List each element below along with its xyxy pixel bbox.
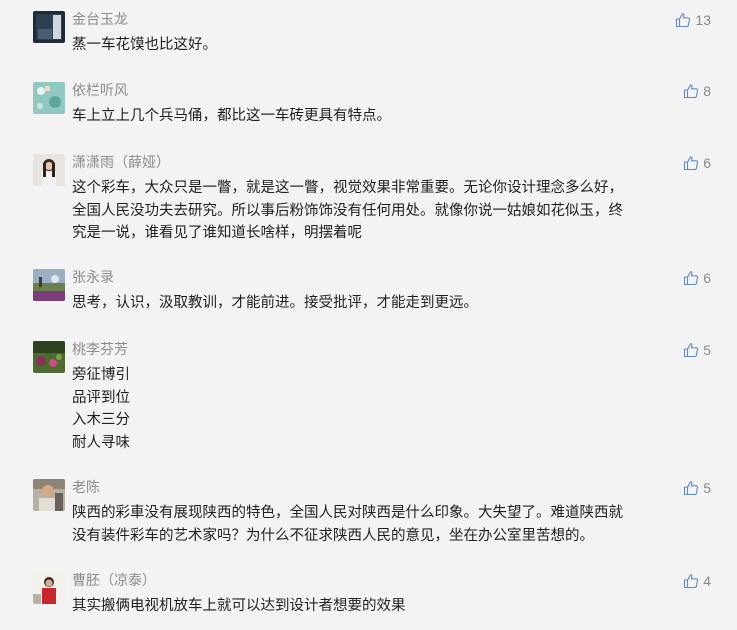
like-button[interactable]: 6: [683, 154, 711, 172]
thumbs-up-icon: [684, 156, 699, 171]
avatar-dark-photo-icon: [33, 11, 65, 43]
comment-text: 思考，认识，汲取教训，才能前进。接受批评，才能走到更远。: [72, 295, 478, 311]
like-count: 5: [703, 342, 711, 358]
like-count: 6: [703, 270, 711, 286]
like-count: 6: [703, 155, 711, 171]
thumbs-up-icon: [684, 574, 699, 589]
avatar-garden-photo-icon: [33, 341, 65, 373]
like-button[interactable]: 4: [683, 572, 711, 590]
like-button[interactable]: 5: [683, 341, 711, 359]
avatar[interactable]: [33, 341, 65, 373]
thumbs-up-icon: [684, 84, 699, 99]
comment-author[interactable]: 依栏听风: [72, 82, 128, 100]
like-button[interactable]: 5: [683, 479, 711, 497]
thumbs-up-icon: [684, 271, 699, 286]
like-button[interactable]: 13: [675, 11, 711, 29]
thumbs-up-icon: [684, 343, 699, 358]
comment-author[interactable]: 金台玉龙: [72, 11, 128, 29]
comment-author[interactable]: 老陈: [72, 479, 100, 497]
comment-text: 其实搬俩电视机放车上就可以达到设计者想要的效果: [72, 598, 406, 614]
thumbs-up-icon: [676, 13, 691, 28]
avatar[interactable]: [33, 82, 65, 114]
like-count: 13: [695, 12, 711, 28]
comment-text: 蒸一车花馍也比这好。: [72, 37, 217, 53]
thumbs-up-icon: [684, 481, 699, 496]
avatar[interactable]: [33, 11, 65, 43]
avatar[interactable]: [33, 479, 65, 511]
avatar-teal-pattern-icon: [33, 82, 65, 114]
avatar[interactable]: [33, 572, 65, 604]
avatar[interactable]: [33, 154, 65, 186]
avatar-person-photo-icon: [33, 154, 65, 186]
comment-author[interactable]: 张永录: [72, 269, 114, 287]
avatar-red-person-photo-icon: [33, 572, 65, 604]
like-button[interactable]: 8: [683, 82, 711, 100]
comment-text: 旁征博引 品评到位 入木三分 耐人寻味: [72, 367, 130, 451]
comment-text: 陕西的彩車没有展现陕西的特色，全国人民对陕西是什么印象。大失望了。难道陕西就 没…: [72, 505, 623, 544]
like-count: 4: [703, 573, 711, 589]
comment-text: 这个彩车，大众只是一瞥，就是这一瞥，视觉效果非常重要。无论你设计理念多么好， 全…: [72, 180, 623, 241]
like-button[interactable]: 6: [683, 269, 711, 287]
comment-list: 金台玉龙 13 蒸一车花馍也比这好。 依栏听风 8 车上立上几个兵马俑，都比这一…: [0, 0, 737, 630]
avatar-man-photo-icon: [33, 479, 65, 511]
comment-author[interactable]: 潇潇雨（薛娅）: [72, 154, 170, 172]
comment-text: 车上立上几个兵马俑，都比这一车砖更具有特点。: [72, 108, 391, 124]
comment-author[interactable]: 曹胚（凉泰）: [72, 572, 156, 590]
like-count: 5: [703, 480, 711, 496]
like-count: 8: [703, 83, 711, 99]
comment-author[interactable]: 桃李芬芳: [72, 341, 128, 359]
avatar[interactable]: [33, 269, 65, 301]
avatar-landscape-photo-icon: [33, 269, 65, 301]
